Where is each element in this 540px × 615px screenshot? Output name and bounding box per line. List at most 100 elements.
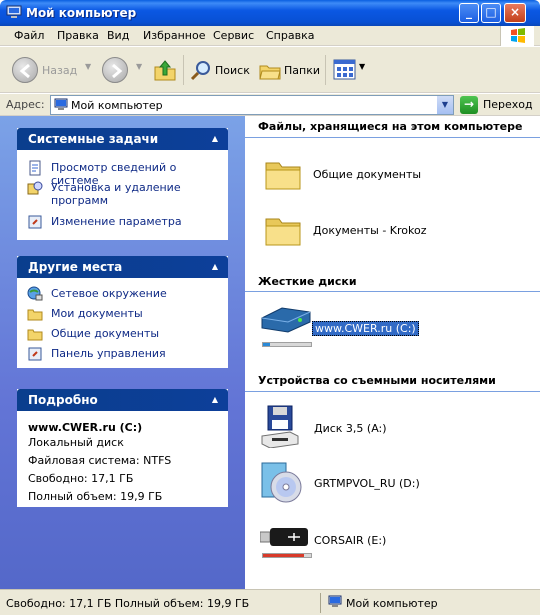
- task-label: Установка и удаление программ: [51, 181, 181, 207]
- search-button-label[interactable]: Поиск: [215, 64, 250, 77]
- menu-tools[interactable]: Сервис: [213, 29, 254, 42]
- details-total: Полный объем: 19,9 ГБ: [28, 490, 163, 503]
- minimize-button[interactable]: _: [459, 3, 479, 23]
- computer-icon: [6, 5, 22, 18]
- address-label: Адрес:: [6, 98, 45, 111]
- close-button[interactable]: ×: [504, 3, 526, 23]
- status-bar: Свободно: 17,1 ГБ Полный объем: 19,9 ГБ …: [0, 589, 540, 615]
- other-places-title: Другие места: [28, 260, 123, 274]
- window-title: Мой компьютер: [26, 6, 137, 20]
- menu-favorites[interactable]: Избранное: [143, 29, 205, 42]
- section-header-removable: Устройства со съемными носителями: [258, 374, 496, 387]
- task-add-remove-programs[interactable]: Установка и удаление программ: [27, 180, 222, 208]
- control-panel-icon: [28, 215, 42, 229]
- menu-edit[interactable]: Правка: [57, 29, 99, 42]
- status-divider: [320, 593, 321, 613]
- floppy-drive-icon: [261, 405, 299, 448]
- address-input[interactable]: Мой компьютер ▼: [50, 95, 454, 115]
- place-my-documents[interactable]: Мои документы: [27, 306, 222, 322]
- place-label: Панель управления: [51, 347, 166, 360]
- drive-usage-fill: [263, 343, 270, 346]
- folder-icon: [265, 218, 301, 246]
- back-button-label[interactable]: Назад: [42, 64, 77, 77]
- collapse-icon[interactable]: ▲: [212, 134, 218, 143]
- other-places-panel: Другие места ▲ Сетевое окружение Мои док…: [17, 256, 228, 368]
- windows-logo: [500, 26, 534, 46]
- folder-krokoz-documents[interactable]: Документы - Krokoz: [263, 210, 463, 250]
- toolbar-separator: [325, 55, 326, 85]
- address-dropdown-icon[interactable]: ▼: [436, 96, 453, 114]
- section-header-stored-files: Файлы, хранящиеся на этом компьютере: [258, 120, 523, 133]
- computer-icon: [328, 595, 342, 607]
- menu-file[interactable]: Файл: [14, 29, 44, 42]
- details-type: Локальный диск: [28, 436, 124, 449]
- computer-icon: [54, 98, 68, 110]
- back-arrow-icon[interactable]: [12, 57, 38, 83]
- drive-label: GRTMPVOL_RU (D:): [314, 477, 420, 490]
- place-control-panel[interactable]: Панель управления: [27, 346, 222, 362]
- usb-drive-icon: [260, 528, 308, 546]
- menu-help[interactable]: Справка: [266, 29, 314, 42]
- control-panel-icon: [28, 347, 42, 361]
- forward-arrow-icon[interactable]: [102, 57, 128, 83]
- folders-icon[interactable]: [258, 59, 282, 83]
- maximize-button[interactable]: □: [481, 3, 501, 23]
- cd-drive-icon: [261, 462, 302, 503]
- system-tasks-panel: Системные задачи ▲ Просмотр сведений о с…: [17, 128, 228, 240]
- system-info-icon: [29, 160, 41, 176]
- task-pane: Системные задачи ▲ Просмотр сведений о с…: [0, 116, 245, 589]
- folder-icon: [27, 329, 43, 341]
- task-change-setting[interactable]: Изменение параметра: [27, 214, 222, 230]
- drive-c[interactable]: www.CWER.ru (C:): [260, 304, 440, 350]
- place-network[interactable]: Сетевое окружение: [27, 286, 222, 302]
- drive-usage-fill: [263, 554, 304, 557]
- details-name: www.CWER.ru (C:): [28, 421, 143, 434]
- content-pane: Файлы, хранящиеся на этом компьютере Общ…: [245, 116, 540, 589]
- folder-label: Общие документы: [313, 168, 422, 181]
- details-free: Свободно: 17,1 ГБ: [28, 472, 134, 485]
- drive-label: www.CWER.ru (C:): [312, 321, 419, 336]
- folders-button-label[interactable]: Папки: [284, 64, 320, 77]
- other-places-header[interactable]: Другие места ▲: [17, 256, 228, 278]
- drive-a[interactable]: Диск 3,5 (A:): [260, 404, 460, 450]
- menu-bar: Файл Правка Вид Избранное Сервис Справка: [0, 26, 540, 46]
- collapse-icon[interactable]: ▲: [212, 262, 218, 271]
- drive-e[interactable]: CORSAIR (E:): [260, 524, 460, 570]
- hard-drive-icon: [261, 307, 311, 333]
- task-label: Изменение параметра: [51, 215, 182, 228]
- status-location: Мой компьютер: [346, 597, 438, 610]
- section-divider: [245, 137, 540, 138]
- network-icon: [27, 286, 43, 301]
- go-arrow-icon: →: [460, 96, 478, 114]
- drive-usage-bar: [262, 342, 312, 347]
- section-header-hard-drives: Жесткие диски: [258, 275, 357, 288]
- back-dropdown-icon[interactable]: ▼: [85, 62, 91, 71]
- collapse-icon[interactable]: ▲: [212, 395, 218, 404]
- forward-dropdown-icon[interactable]: ▼: [136, 62, 142, 71]
- views-dropdown-icon[interactable]: ▼: [359, 62, 365, 71]
- address-value: Мой компьютер: [71, 99, 163, 112]
- folder-icon: [27, 309, 43, 321]
- title-bar[interactable]: Мой компьютер _ □ ×: [0, 0, 540, 26]
- drive-usage-bar: [262, 553, 312, 558]
- up-folder-icon[interactable]: [152, 57, 178, 83]
- folder-shared-documents[interactable]: Общие документы: [263, 154, 463, 194]
- drive-d[interactable]: GRTMPVOL_RU (D:): [260, 459, 460, 505]
- address-bar: Адрес: Мой компьютер ▼ → Переход: [0, 94, 540, 116]
- go-button[interactable]: → Переход: [458, 96, 538, 114]
- place-label: Мои документы: [51, 307, 143, 320]
- search-icon[interactable]: [189, 59, 213, 83]
- status-disk-info: Свободно: 17,1 ГБ Полный объем: 19,9 ГБ: [6, 597, 250, 610]
- task-view-system-info[interactable]: Просмотр сведений о системе: [27, 160, 222, 187]
- details-header[interactable]: Подробно ▲: [17, 389, 228, 411]
- details-title: Подробно: [28, 393, 98, 407]
- drive-label: CORSAIR (E:): [314, 534, 387, 547]
- place-label: Сетевое окружение: [51, 287, 167, 300]
- system-tasks-header[interactable]: Системные задачи ▲: [17, 128, 228, 150]
- menu-view[interactable]: Вид: [107, 29, 129, 42]
- place-shared-documents[interactable]: Общие документы: [27, 326, 222, 342]
- toolbar-separator: [183, 55, 184, 85]
- section-divider: [245, 291, 540, 292]
- toolbar: Назад ▼ ▼ Поиск Папки ▼: [0, 47, 540, 93]
- views-icon[interactable]: [333, 59, 357, 81]
